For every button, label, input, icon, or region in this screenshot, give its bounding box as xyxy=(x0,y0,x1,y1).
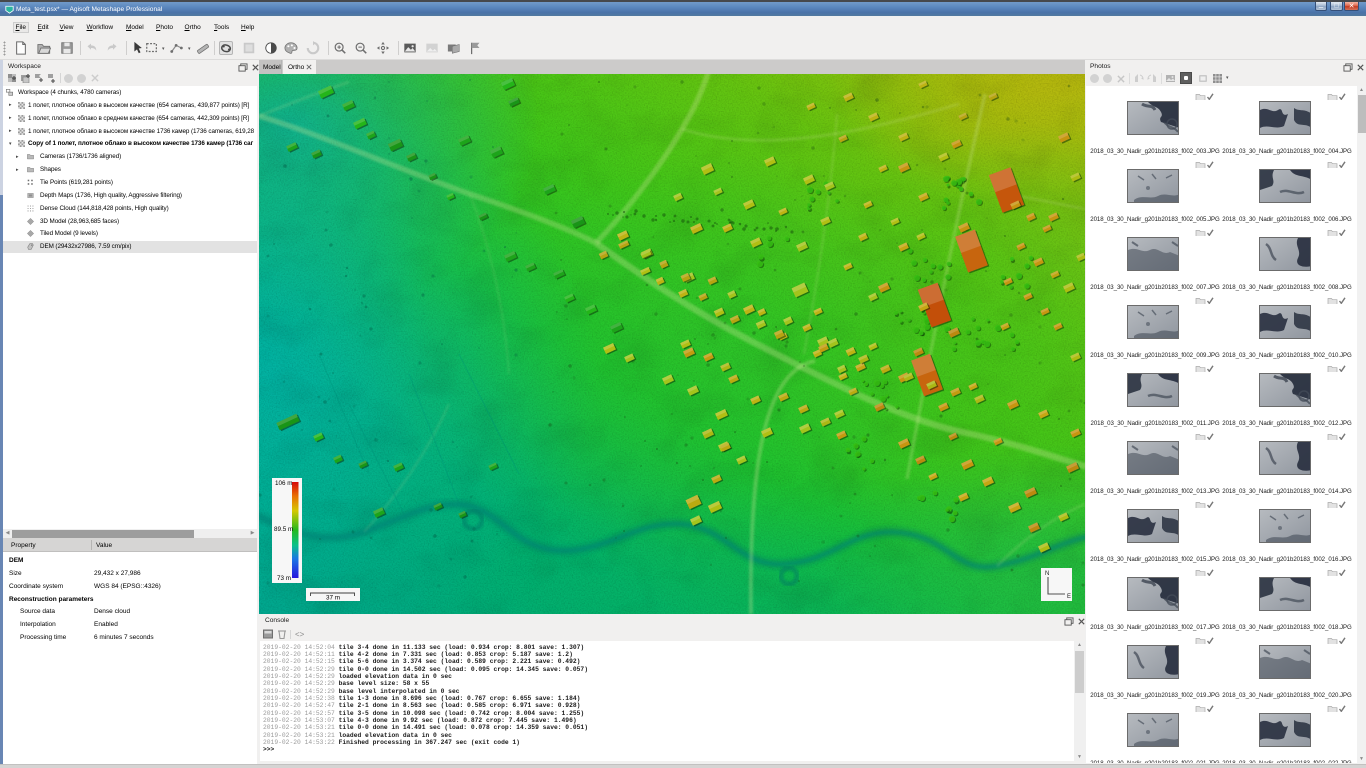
svg-text:106 m: 106 m xyxy=(275,480,293,487)
svg-text:E: E xyxy=(1067,594,1071,600)
svg-text:89.5 m: 89.5 m xyxy=(274,526,293,533)
svg-text:N: N xyxy=(1045,571,1049,577)
svg-text:37 m: 37 m xyxy=(326,595,340,602)
svg-text:73 m: 73 m xyxy=(277,575,291,582)
